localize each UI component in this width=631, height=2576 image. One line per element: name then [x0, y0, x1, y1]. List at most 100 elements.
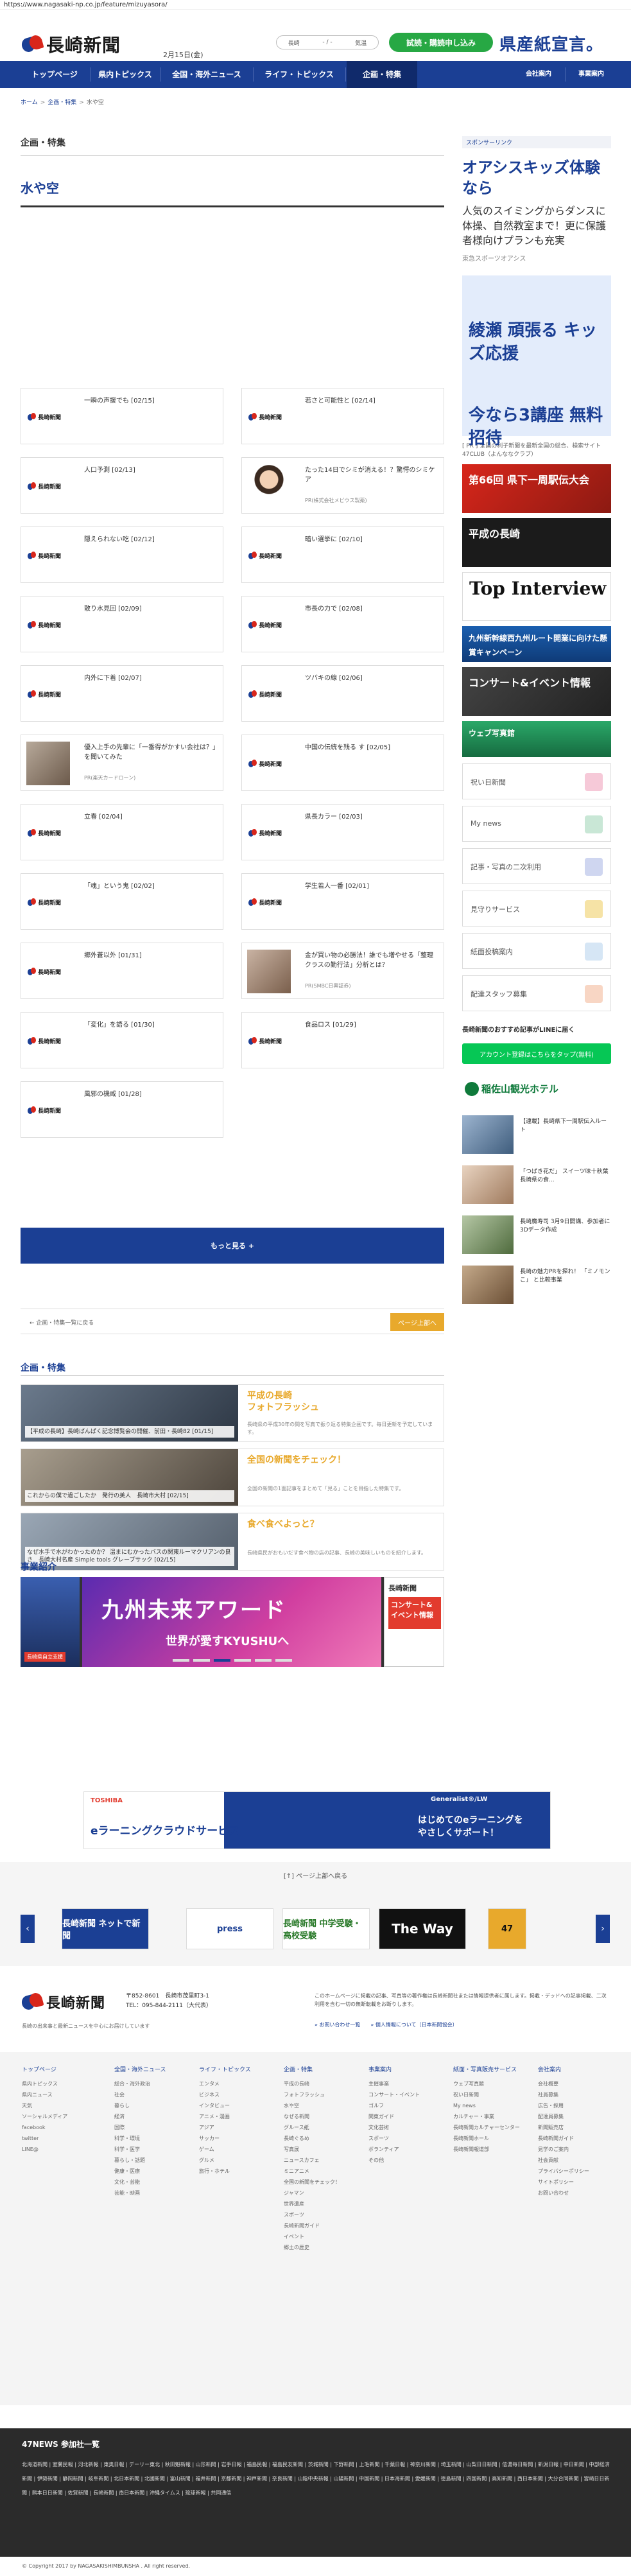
- article-card[interactable]: 長崎新聞 一瞬の声援でも [02/15]: [21, 388, 223, 444]
- sitemap-link[interactable]: グルース紙: [284, 2122, 361, 2133]
- article-card[interactable]: 長崎新聞 散り水見回 [02/09]: [21, 596, 223, 652]
- side-link-celebration[interactable]: 祝い日新聞: [462, 763, 611, 799]
- carousel-item[interactable]: The Way: [379, 1908, 466, 1949]
- page-top-link[interactable]: [↑] ページ上部へ戻る: [0, 1862, 631, 1892]
- chevron-left-icon[interactable]: ‹: [21, 1915, 35, 1943]
- side-banner-concert[interactable]: コンサート&イベント情報: [462, 667, 611, 716]
- sitemap-link[interactable]: 暮らし・話題: [114, 2155, 191, 2166]
- ad-text-block[interactable]: オアシスキッズ体験なら 人気のスイミングからダンスに体操、自然教室まで！更に保護…: [462, 157, 611, 263]
- sitemap-link[interactable]: アニメ・漫画: [199, 2111, 276, 2122]
- side-link-watch[interactable]: 見守りサービス: [462, 891, 611, 927]
- side-banner-photo[interactable]: ウェブ写真館: [462, 721, 611, 757]
- side-link-submission[interactable]: 紙面投稿案内: [462, 933, 611, 969]
- banner-dot[interactable]: [255, 1659, 272, 1662]
- sitemap-link[interactable]: 社会: [114, 2089, 191, 2100]
- sitemap-link[interactable]: twitter: [22, 2133, 99, 2144]
- sitemap-link[interactable]: ゴルフ: [368, 2100, 445, 2111]
- sitemap-link[interactable]: 長崎新聞ガイド: [538, 2133, 615, 2144]
- sitemap-link[interactable]: フォトフラッシュ: [284, 2089, 361, 2100]
- feature-item[interactable]: なぜ水手で水がわかったのか？ 温まにむかったバスの関東ルーマクリアンの良さ 長崎…: [21, 1513, 444, 1571]
- sitemap-link[interactable]: 社会貢献: [538, 2155, 615, 2166]
- sitemap-link[interactable]: 科学・医学: [114, 2144, 191, 2155]
- bottom-ad-banner[interactable]: TOSHIBA eラーニングクラウドサービス Generalist®/LW はじ…: [83, 1791, 551, 1849]
- nav-item-life[interactable]: ライフ・トピックス: [254, 61, 344, 88]
- page-top-button[interactable]: ページ上部へ: [390, 1313, 444, 1331]
- sitemap-link[interactable]: 国際: [114, 2122, 191, 2133]
- sitemap-link[interactable]: ウェブ写真館: [453, 2078, 530, 2089]
- sitemap-link[interactable]: サッカー: [199, 2133, 276, 2144]
- side-news-item[interactable]: 長崎魔寿司 3月9日開講、参加者に3Dデータ作成: [462, 1213, 611, 1257]
- carousel-item[interactable]: press: [186, 1908, 273, 1949]
- article-card[interactable]: 長崎新聞 暗い選挙に [02/10]: [241, 527, 444, 583]
- article-card[interactable]: 長崎新聞 食品ロス [01/29]: [241, 1012, 444, 1068]
- article-card[interactable]: 長崎新聞 ツバキの線 [02/06]: [241, 665, 444, 722]
- banner-dot[interactable]: [234, 1659, 251, 1662]
- sitemap-link[interactable]: 県内トピックス: [22, 2078, 99, 2089]
- sitemap-link[interactable]: ニュースカフェ: [284, 2155, 361, 2166]
- feature-item[interactable]: これからの僕で過ごしたか 発行の美人 長崎市大村 [02/15] 全国の新聞をチ…: [21, 1449, 444, 1506]
- business-banner[interactable]: 長崎県自立支援 九州未来アワード 世界が愛すKYUSHUへ 長崎新聞 コンサート…: [21, 1577, 444, 1667]
- sitemap-link[interactable]: 関東ガイド: [368, 2111, 445, 2122]
- sitemap-link[interactable]: その他: [368, 2155, 445, 2166]
- sitemap-link[interactable]: ゲーム: [199, 2144, 276, 2155]
- side-banner-interview[interactable]: Top Interview: [462, 572, 611, 621]
- article-card[interactable]: 長崎新聞 立春 [02/04]: [21, 804, 223, 860]
- article-card[interactable]: 長崎新聞 風邪の機威 [01/28]: [21, 1081, 223, 1138]
- breadcrumb-home[interactable]: ホーム: [21, 100, 38, 106]
- sitemap-heading[interactable]: ライフ・トピックス: [199, 2065, 276, 2073]
- sitemap-link[interactable]: 写真展: [284, 2144, 361, 2155]
- sitemap-link[interactable]: 旅行・ホテル: [199, 2166, 276, 2177]
- article-card[interactable]: たった14日でシミが消える！？驚愕のシミケア PR(株式会社メビウス製薬): [241, 457, 444, 514]
- sitemap-link[interactable]: 総合・海外政治: [114, 2078, 191, 2089]
- sitemap-link[interactable]: 社員募集: [538, 2089, 615, 2100]
- side-link-mynews[interactable]: My news: [462, 806, 611, 842]
- footer-logo[interactable]: 長崎新聞: [20, 1991, 105, 2012]
- sitemap-link[interactable]: 会社概要: [538, 2078, 615, 2089]
- sitemap-link[interactable]: グルメ: [199, 2155, 276, 2166]
- sitemap-link[interactable]: 主催事業: [368, 2078, 445, 2089]
- sitemap-link[interactable]: facebook: [22, 2122, 99, 2133]
- nav-item-business[interactable]: 事業案内: [566, 61, 616, 88]
- article-card[interactable]: 長崎新聞 内外に下着 [02/07]: [21, 665, 223, 722]
- sitemap-link[interactable]: スポーツ: [368, 2133, 445, 2144]
- back-to-list-link[interactable]: ← 企画・特集一覧に戻る: [30, 1318, 94, 1327]
- sitemap-link[interactable]: コンサート・イベント: [368, 2089, 445, 2100]
- side-news-item[interactable]: 「つばき花だ」 スイーツ味十秋葉 長崎県の食...: [462, 1163, 614, 1206]
- sitemap-heading[interactable]: 全国・海外ニュース: [114, 2065, 191, 2073]
- side-banner-campaign[interactable]: 九州新幹線西九州ルート開業に向けた懸賞キャンペーン: [462, 626, 611, 662]
- sitemap-link[interactable]: 長崎新聞ガイド: [284, 2220, 361, 2231]
- side-link-reuse[interactable]: 記事・写真の二次利用: [462, 848, 611, 884]
- side-news-item[interactable]: 【連載】長崎県下一周駅伝入ルート: [462, 1113, 611, 1156]
- article-card[interactable]: 長崎新聞 郷外蒼以外 [01/31]: [21, 943, 223, 999]
- sitemap-heading[interactable]: 会社案内: [538, 2065, 615, 2073]
- sitemap-link[interactable]: お問い合わせ: [538, 2188, 615, 2198]
- sitemap-link[interactable]: 広告・採用: [538, 2100, 615, 2111]
- sitemap-link[interactable]: 天気: [22, 2100, 99, 2111]
- sitemap-link[interactable]: インタビュー: [199, 2100, 276, 2111]
- sitemap-link[interactable]: 見学のご案内: [538, 2144, 615, 2155]
- hotel-banner[interactable]: 稲佐山観光ホテル: [462, 1078, 611, 1106]
- article-card[interactable]: 優入上手の先輩に「一番得がかすい会社は？」を聞いてみた PR(楽天カードローン): [21, 735, 223, 791]
- sitemap-link[interactable]: エンタメ: [199, 2078, 276, 2089]
- sitemap-heading[interactable]: 事業案内: [368, 2065, 445, 2073]
- sitemap-link[interactable]: 県内ニュース: [22, 2089, 99, 2100]
- sitemap-link[interactable]: ジャマン: [284, 2188, 361, 2198]
- side-banner-ekiden[interactable]: 第66回 県下一周駅伝大会: [462, 464, 611, 513]
- sitemap-link[interactable]: プライバシーポリシー: [538, 2166, 615, 2177]
- sitemap-link[interactable]: アジア: [199, 2122, 276, 2133]
- sitemap-link[interactable]: 世界遺産: [284, 2198, 361, 2209]
- sitemap-link[interactable]: 平成の長崎: [284, 2078, 361, 2089]
- sitemap-link[interactable]: 科学・環境: [114, 2133, 191, 2144]
- banner-dot-active[interactable]: [214, 1659, 230, 1662]
- banner-dot[interactable]: [193, 1659, 210, 1662]
- more-button[interactable]: もっと見る +: [21, 1228, 444, 1264]
- side-news-item[interactable]: 長崎の魅力PRを探れ！ 「ミノモンこ」 と比較事業: [462, 1263, 611, 1307]
- sitemap-link[interactable]: サイトポリシー: [538, 2177, 615, 2188]
- sitemap-link[interactable]: 長崎新聞報道部: [453, 2144, 530, 2155]
- sitemap-link[interactable]: 長崎新聞カルチャーセンター: [453, 2122, 530, 2133]
- sitemap-link[interactable]: 全国の新聞をチェック！: [284, 2177, 361, 2188]
- sitemap-link[interactable]: ソーシャルメディア: [22, 2111, 99, 2122]
- sitemap-link[interactable]: 長崎ぐるめ: [284, 2133, 361, 2144]
- article-card[interactable]: 長崎新聞 「魂」という鬼 [02/02]: [21, 873, 223, 930]
- article-card[interactable]: 長崎新聞 若さと可能性と [02/14]: [241, 388, 444, 444]
